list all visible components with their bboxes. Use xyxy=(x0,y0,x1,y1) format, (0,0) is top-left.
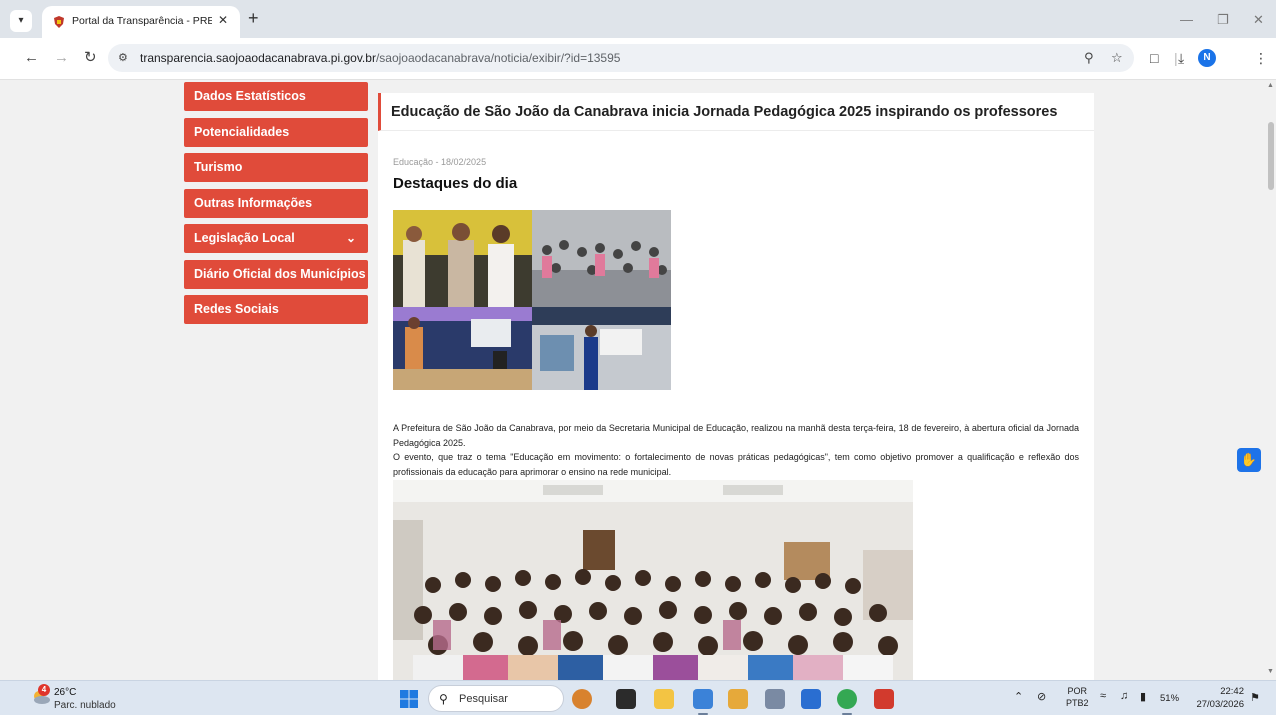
sidebar-item-label: Diário Oficial dos Municípios xyxy=(194,266,366,281)
profile-avatar[interactable]: N xyxy=(1198,49,1216,67)
collage-photo-crowd xyxy=(532,210,671,307)
sidebar-item-potencialidades[interactable]: Potencialidades xyxy=(184,117,368,147)
sidebar-item-label: Turismo xyxy=(194,160,243,174)
close-icon[interactable]: ✕ xyxy=(218,13,228,27)
sidebar-item-label: Potencialidades xyxy=(194,124,290,139)
input-language[interactable]: POR PTB2 xyxy=(1066,685,1089,709)
app-icon[interactable] xyxy=(874,689,894,709)
sidebar-item-diario-oficial[interactable]: Diário Oficial dos Municípios xyxy=(184,259,368,289)
news-article: Educação de São João da Canabrava inicia… xyxy=(378,93,1094,680)
article-group-photo[interactable] xyxy=(393,480,913,680)
weather-temperature[interactable]: 26°C xyxy=(54,687,76,698)
windows-taskbar: 4 26°C Parc. nublado ⚲ Pesquisar ⌃ ⊘ POR… xyxy=(0,680,1276,715)
more-menu-icon[interactable]: ⋮ xyxy=(1254,50,1268,67)
extensions-icon[interactable]: □ xyxy=(1150,50,1158,66)
page-viewport: Dados Estatísticos Potencialidades Turis… xyxy=(0,80,1266,680)
wifi-icon[interactable]: ≈ xyxy=(1100,690,1106,702)
sidebar-item-outras-informacoes[interactable]: Outras Informações (Notícias) xyxy=(184,188,368,239)
sidebar-item-legislacao-local[interactable]: Legislação Local ⌄ xyxy=(184,224,368,253)
sidebar-item-turismo[interactable]: Turismo xyxy=(184,153,368,182)
app-icon[interactable] xyxy=(765,689,785,709)
photo-collage[interactable] xyxy=(393,210,671,390)
clock-date: 27/03/2026 xyxy=(1196,699,1244,710)
app-icon[interactable] xyxy=(693,689,713,709)
address-bar[interactable]: ⚙ transparencia.saojoaodacanabrava.pi.go… xyxy=(108,44,1134,72)
clock-time: 22:42 xyxy=(1220,686,1244,697)
tab-search-button[interactable]: ▾ xyxy=(10,10,32,32)
word-app-icon[interactable] xyxy=(801,689,821,709)
browser-toolbar: ← → ↻ ⚙ transparencia.saojoaodacanabrava… xyxy=(0,38,1276,80)
bookmark-star-icon[interactable]: ☆ xyxy=(1111,50,1123,66)
browser-tab[interactable]: Portal da Transparência - PREFE ✕ xyxy=(42,6,240,38)
chevron-up-icon[interactable]: ⌃ xyxy=(1014,690,1023,703)
sidebar-menu: Dados Estatísticos Potencialidades Turis… xyxy=(184,82,368,331)
taskbar-search[interactable]: ⚲ Pesquisar xyxy=(428,685,564,712)
search-icon: ⚲ xyxy=(439,692,448,706)
new-tab-button[interactable]: + xyxy=(248,9,259,27)
article-header: Educação de São João da Canabrava inicia… xyxy=(378,93,1094,131)
article-subtitle: Destaques do dia xyxy=(393,175,518,192)
article-title: Educação de São João da Canabrava inicia… xyxy=(391,104,1058,120)
browser-tab-bar: ▾ Portal da Transparência - PREFE ✕ + — … xyxy=(0,0,1276,38)
notification-bell-icon[interactable]: ⚑ xyxy=(1250,691,1260,704)
app-icon[interactable] xyxy=(728,689,748,709)
weather-description[interactable]: Parc. nublado xyxy=(54,700,116,711)
sidebar-item-label: Legislação Local xyxy=(194,231,295,245)
scroll-up-arrow-icon[interactable]: ▲ xyxy=(1267,82,1274,89)
accessibility-hand-icon[interactable]: ✋ xyxy=(1237,448,1261,472)
sidebar-item-label: Redes Sociais xyxy=(194,302,279,316)
url-text: transparencia.saojoaodacanabrava.pi.gov.… xyxy=(140,51,621,65)
weather-alert-badge: 4 xyxy=(38,684,50,696)
system-clock[interactable]: 22:42 27/03/2026 xyxy=(1192,685,1244,711)
article-body: A Prefeitura de São João da Canabrava, p… xyxy=(393,421,1079,479)
scrollbar-thumb[interactable] xyxy=(1268,122,1274,190)
sidebar-item-dados-estatisticos[interactable]: Dados Estatísticos xyxy=(184,82,368,111)
taskbar-search-label: Pesquisar xyxy=(459,693,508,705)
sidebar-item-redes-sociais[interactable]: Redes Sociais xyxy=(184,295,368,324)
keyboard-layout: PTB2 xyxy=(1066,698,1089,708)
collage-photo-presentation xyxy=(393,307,532,390)
reload-icon[interactable]: ↻ xyxy=(84,50,97,66)
carnival-widget-icon[interactable] xyxy=(572,689,592,709)
speaker-icon[interactable]: ♫ xyxy=(1120,690,1128,702)
scroll-down-arrow-icon[interactable]: ▼ xyxy=(1267,668,1274,675)
windows-start-icon[interactable] xyxy=(400,690,418,708)
language-code: POR xyxy=(1067,686,1088,696)
restore-icon[interactable]: ❐ xyxy=(1217,12,1229,28)
zoom-icon[interactable]: ⚲ xyxy=(1084,50,1094,66)
battery-percent[interactable]: 51% xyxy=(1160,693,1179,704)
site-settings-icon[interactable]: ⚙ xyxy=(118,51,128,64)
forward-arrow-icon[interactable]: → xyxy=(54,50,69,66)
file-explorer-icon[interactable] xyxy=(654,689,674,709)
collage-photo-group-portrait xyxy=(393,210,532,307)
task-view-icon[interactable] xyxy=(616,689,636,709)
collage-photo-speaker xyxy=(532,307,671,390)
article-meta: Educação - 18/02/2025 xyxy=(393,157,487,167)
tab-title: Portal da Transparência - PREFE xyxy=(72,15,212,27)
page-scrollbar[interactable]: ▲ ▼ xyxy=(1266,80,1276,680)
download-icon[interactable]: ⤓ xyxy=(1178,50,1184,67)
chrome-app-icon[interactable] xyxy=(837,689,857,709)
window-close-icon[interactable]: ✕ xyxy=(1253,12,1264,28)
sidebar-item-label: Dados Estatísticos xyxy=(194,89,306,103)
article-paragraph: A Prefeitura de São João da Canabrava, p… xyxy=(393,423,1079,448)
battery-icon[interactable]: ▮ xyxy=(1140,690,1146,703)
notifications-off-icon[interactable]: ⊘ xyxy=(1037,690,1046,703)
article-paragraph: O evento, que traz o tema "Educação em m… xyxy=(393,452,1079,477)
back-arrow-icon[interactable]: ← xyxy=(24,50,39,66)
minimize-icon[interactable]: — xyxy=(1180,12,1193,27)
chevron-down-icon: ⌄ xyxy=(345,231,356,245)
crest-favicon-icon xyxy=(54,16,64,28)
